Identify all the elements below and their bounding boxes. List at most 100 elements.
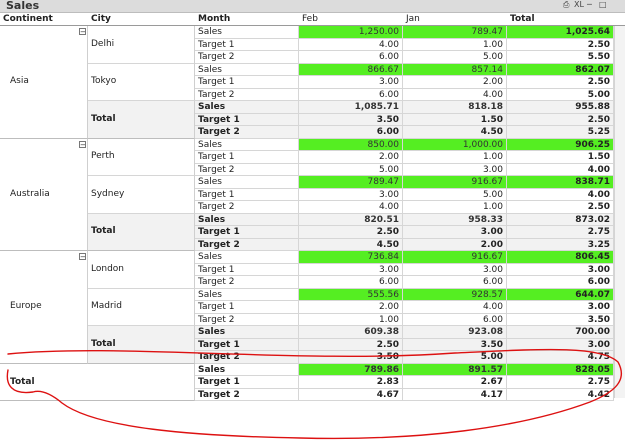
continent-total-label: Total bbox=[91, 113, 116, 124]
month-label: Sales bbox=[195, 26, 299, 39]
continent-total-cell: Total bbox=[88, 101, 195, 139]
value-total: 906.25 bbox=[507, 138, 614, 151]
month-label: Target 1 bbox=[195, 226, 299, 239]
value-total: 862.07 bbox=[507, 63, 614, 76]
value-total: 4.00 bbox=[507, 163, 614, 176]
value-total: 2.50 bbox=[507, 113, 614, 126]
value-jan: 3.50 bbox=[403, 338, 507, 351]
value-jan: 1.00 bbox=[403, 38, 507, 51]
value-total: 1,025.64 bbox=[507, 26, 614, 39]
month-label: Sales bbox=[195, 176, 299, 189]
vertical-scrollbar[interactable] bbox=[614, 26, 625, 398]
value-total: 2.50 bbox=[507, 201, 614, 214]
value-jan: 891.57 bbox=[403, 363, 507, 376]
value-total: 955.88 bbox=[507, 101, 614, 114]
value-total: 2.50 bbox=[507, 76, 614, 89]
city-cell[interactable]: Perth bbox=[88, 138, 195, 176]
value-feb: 555.56 bbox=[299, 288, 403, 301]
maximize-icon[interactable]: □ bbox=[599, 0, 607, 10]
value-total: 1.50 bbox=[507, 151, 614, 164]
value-total: 5.25 bbox=[507, 126, 614, 139]
value-feb: 1.00 bbox=[299, 313, 403, 326]
city-cell[interactable]: London bbox=[88, 251, 195, 289]
header-feb[interactable]: Feb bbox=[302, 14, 318, 24]
month-label: Target 2 bbox=[195, 163, 299, 176]
value-jan: 818.18 bbox=[403, 101, 507, 114]
continent-label: Asia bbox=[10, 76, 29, 87]
value-total: 3.25 bbox=[507, 238, 614, 251]
value-jan: 1.50 bbox=[403, 113, 507, 126]
value-jan: 916.67 bbox=[403, 251, 507, 264]
value-total: 838.71 bbox=[507, 176, 614, 189]
value-jan: 5.00 bbox=[403, 188, 507, 201]
month-label: Target 2 bbox=[195, 88, 299, 101]
month-label: Target 1 bbox=[195, 151, 299, 164]
city-cell[interactable]: Madrid bbox=[88, 288, 195, 326]
value-feb: 4.00 bbox=[299, 38, 403, 51]
value-total: 4.00 bbox=[507, 188, 614, 201]
value-jan: 789.47 bbox=[403, 26, 507, 39]
value-total: 5.00 bbox=[507, 88, 614, 101]
value-feb: 1,085.71 bbox=[299, 101, 403, 114]
value-feb: 4.67 bbox=[299, 388, 403, 401]
continent-cell[interactable]: Asia − bbox=[0, 26, 88, 139]
minimize-icon[interactable]: ─ bbox=[587, 0, 592, 10]
value-feb: 6.00 bbox=[299, 88, 403, 101]
value-feb: 789.86 bbox=[299, 363, 403, 376]
export-excel-button[interactable]: XL bbox=[574, 0, 584, 10]
city-label: Perth bbox=[91, 151, 115, 162]
month-label: Sales bbox=[195, 138, 299, 151]
value-total: 873.02 bbox=[507, 213, 614, 226]
month-label: Target 1 bbox=[195, 76, 299, 89]
grand-total-label: Total bbox=[10, 376, 35, 387]
continent-cell[interactable]: Europe − bbox=[0, 251, 88, 364]
month-label: Sales bbox=[195, 363, 299, 376]
value-jan: 6.00 bbox=[403, 276, 507, 289]
value-feb: 4.00 bbox=[299, 201, 403, 214]
header-month[interactable]: Month bbox=[198, 14, 230, 24]
value-jan: 5.00 bbox=[403, 351, 507, 364]
value-feb: 736.84 bbox=[299, 251, 403, 264]
header-total[interactable]: Total bbox=[510, 14, 535, 24]
value-total: 3.50 bbox=[507, 313, 614, 326]
value-total: 5.50 bbox=[507, 51, 614, 64]
value-total: 4.42 bbox=[507, 388, 614, 401]
value-feb: 3.00 bbox=[299, 188, 403, 201]
value-jan: 928.57 bbox=[403, 288, 507, 301]
collapse-icon[interactable]: − bbox=[79, 28, 86, 36]
header-jan[interactable]: Jan bbox=[406, 14, 420, 24]
value-feb: 866.67 bbox=[299, 63, 403, 76]
grand-total-cell: Total bbox=[0, 363, 195, 401]
city-label: Tokyo bbox=[91, 76, 117, 87]
value-feb: 4.50 bbox=[299, 238, 403, 251]
value-feb: 6.00 bbox=[299, 276, 403, 289]
month-label: Sales bbox=[195, 288, 299, 301]
header-city[interactable]: City bbox=[91, 14, 111, 24]
city-cell[interactable]: Tokyo bbox=[88, 63, 195, 101]
city-cell[interactable]: Delhi bbox=[88, 26, 195, 64]
value-jan: 3.00 bbox=[403, 163, 507, 176]
city-label: Sydney bbox=[91, 188, 125, 199]
value-feb: 6.00 bbox=[299, 126, 403, 139]
collapse-icon[interactable]: − bbox=[79, 140, 86, 148]
month-label: Target 2 bbox=[195, 388, 299, 401]
month-label: Target 1 bbox=[195, 376, 299, 389]
value-jan: 2.00 bbox=[403, 238, 507, 251]
month-label: Target 2 bbox=[195, 201, 299, 214]
value-total: 2.75 bbox=[507, 376, 614, 389]
table-header: Continent City Month Feb Jan Total bbox=[0, 13, 625, 26]
collapse-icon[interactable]: − bbox=[79, 253, 86, 261]
continent-cell[interactable]: Australia − bbox=[0, 138, 88, 251]
city-cell[interactable]: Sydney bbox=[88, 176, 195, 214]
value-jan: 1.00 bbox=[403, 201, 507, 214]
month-label: Sales bbox=[195, 213, 299, 226]
value-total: 3.00 bbox=[507, 263, 614, 276]
month-label: Sales bbox=[195, 101, 299, 114]
value-jan: 3.00 bbox=[403, 226, 507, 239]
month-label: Target 1 bbox=[195, 338, 299, 351]
value-jan: 916.67 bbox=[403, 176, 507, 189]
header-continent[interactable]: Continent bbox=[3, 14, 53, 24]
print-icon[interactable]: ⎙ bbox=[563, 0, 569, 10]
month-label: Target 2 bbox=[195, 313, 299, 326]
month-label: Target 2 bbox=[195, 126, 299, 139]
